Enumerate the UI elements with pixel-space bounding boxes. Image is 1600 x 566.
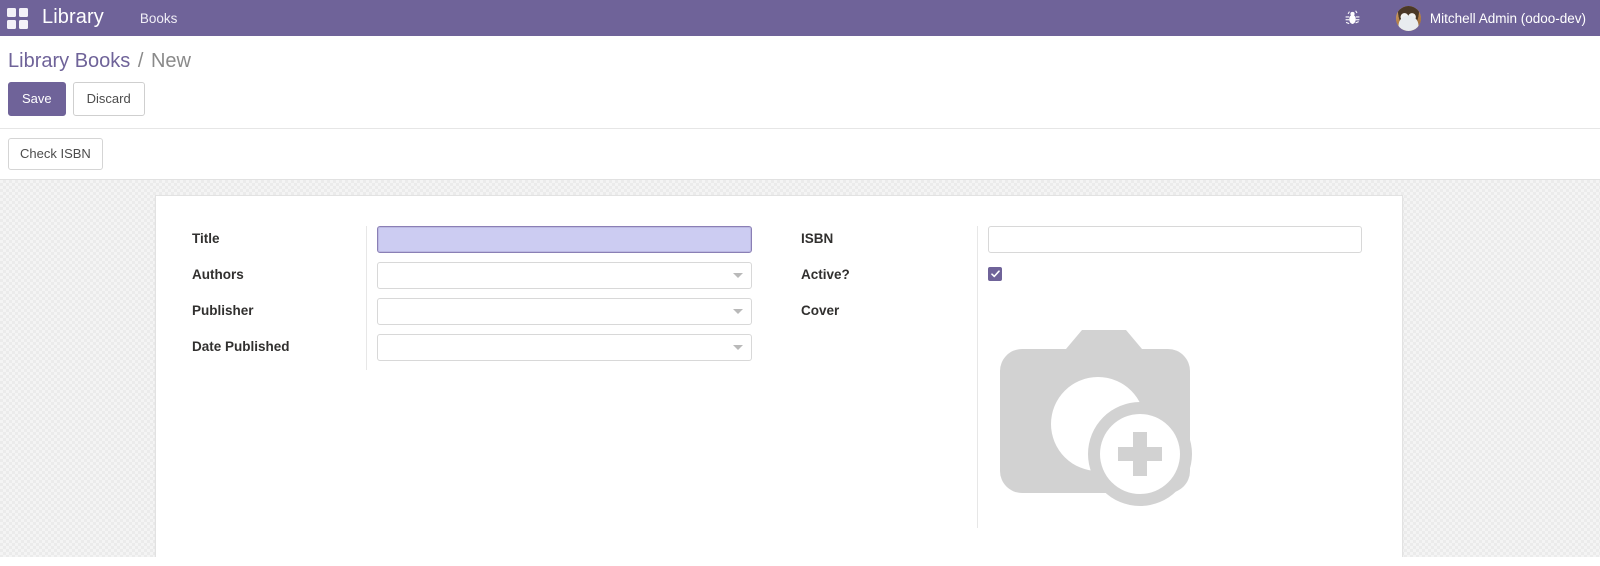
title-input[interactable] [377,226,752,253]
field-row-publisher: Publisher [192,298,779,334]
avatar-photo [1395,5,1421,31]
apps-grid-square [6,7,16,17]
publisher-input[interactable] [377,298,752,325]
date-published-input[interactable] [377,334,752,361]
label-title: Title [192,231,220,246]
active-checkbox[interactable] [988,267,1002,281]
field-row-active: Active? [801,262,1402,298]
field-control-publisher [366,298,779,334]
field-control-date-published [366,334,779,370]
label-cover: Cover [801,303,840,318]
authors-input[interactable] [377,262,752,289]
field-row-date-published: Date Published [192,334,779,370]
form-background: Title Authors Publisher Date Published I… [0,180,1600,557]
top-navbar: Library Books Mitchell Admin (odoo-dev) [0,0,1600,36]
field-row-isbn: ISBN [801,226,1402,262]
cover-image-holder[interactable] [988,298,1402,512]
bug-icon[interactable] [1338,0,1368,36]
form-columns: Title Authors Publisher Date Published I… [156,226,1402,528]
breadcrumb-current: New [150,50,191,72]
label-isbn: ISBN [801,231,834,246]
navbar-menu-books[interactable]: Books [136,11,182,26]
field-control-authors [366,262,779,298]
discard-button[interactable]: Discard [72,82,145,116]
apps-grid-icon[interactable] [6,7,28,29]
save-button[interactable]: Save [8,82,66,116]
field-control-isbn [977,226,1402,262]
apps-grid-square [18,19,28,29]
form-right-column: ISBN Active? Cover [779,226,1402,528]
breadcrumb-separator: / [137,50,144,72]
apps-grid-square [6,19,16,29]
field-control-cover [977,298,1402,528]
label-date-published: Date Published [192,339,290,354]
check-isbn-button[interactable]: Check ISBN [8,138,103,170]
field-row-cover: Cover [801,298,1402,528]
app-brand-title[interactable]: Library [36,6,110,31]
control-panel-buttons: Save Discard [0,73,1600,128]
field-control-active [977,262,1402,298]
camera-add-placeholder-icon [1000,330,1192,506]
publisher-select-wrap [377,298,752,325]
label-active: Active? [801,267,850,282]
user-menu-label[interactable]: Mitchell Admin (odoo-dev) [1430,11,1586,26]
navbar-right-group: Mitchell Admin (odoo-dev) [1338,0,1586,36]
isbn-input[interactable] [988,226,1362,253]
authors-select-wrap [377,262,752,289]
date-published-select-wrap [377,334,752,361]
breadcrumb-parent-link[interactable]: Library Books [8,50,130,72]
control-panel: Library Books / New Save Discard [0,36,1600,129]
apps-grid-square [18,7,28,17]
form-sheet: Title Authors Publisher Date Published I… [155,195,1403,557]
avatar[interactable] [1395,5,1421,31]
label-publisher: Publisher [192,303,254,318]
form-left-column: Title Authors Publisher Date Published [156,226,779,528]
breadcrumb: Library Books / New [0,49,1600,73]
field-row-title: Title [192,226,779,262]
field-row-authors: Authors [192,262,779,298]
field-control-title [366,226,779,262]
form-action-bar: Check ISBN [0,129,1600,180]
label-authors: Authors [192,267,244,282]
